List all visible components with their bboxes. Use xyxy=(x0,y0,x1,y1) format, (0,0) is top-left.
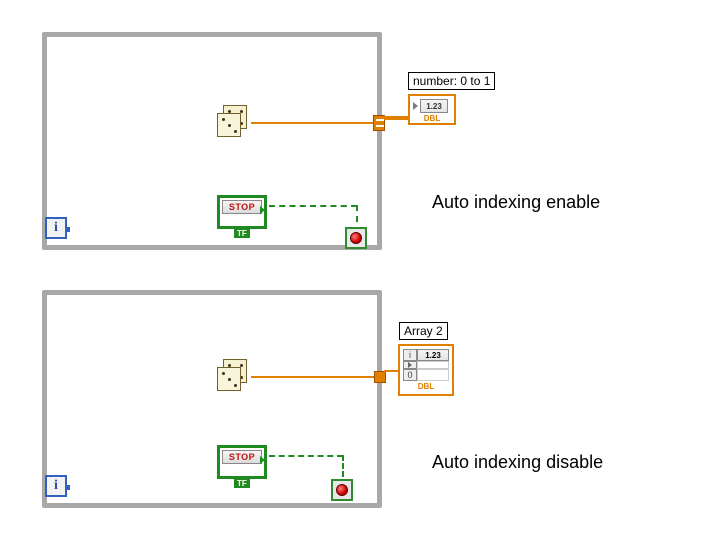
while-loop-bottom: STOP TF i xyxy=(42,290,382,508)
stop-tf-badge: TF xyxy=(234,229,250,238)
indicator-arrow-icon xyxy=(413,102,418,110)
while-loop-top: STOP TF i xyxy=(42,32,382,250)
indicator-value-top: 1.23 xyxy=(420,99,448,113)
numeric-indicator-top: 1.23 DBL xyxy=(408,94,456,125)
loop-condition-terminal xyxy=(345,227,367,249)
iteration-label-2: i xyxy=(54,478,58,494)
stop-circle-icon xyxy=(350,232,362,244)
iteration-terminal-2: i xyxy=(45,475,67,497)
autoindex-tunnel-disabled xyxy=(374,371,386,383)
wire-stop-to-cond-h-2 xyxy=(269,455,343,457)
wire-tunnel-to-indicator-top xyxy=(384,116,408,120)
wire-random-to-tunnel-2 xyxy=(251,376,379,378)
loop-condition-terminal-2 xyxy=(331,479,353,501)
stop-button-label-2: STOP xyxy=(222,450,262,464)
stop-button-node: STOP TF xyxy=(217,195,267,229)
indicator-label-top: number: 0 to 1 xyxy=(408,72,495,90)
diagram-canvas: STOP TF i number: 0 to 1 1.23 DBL Auto i… xyxy=(0,0,720,540)
array-value: 1.23 xyxy=(417,349,449,361)
array-index-1: 0 xyxy=(403,369,417,381)
iteration-terminal: i xyxy=(45,217,67,239)
stop-circle-icon-2 xyxy=(336,484,348,496)
stop-button-node-2: STOP TF xyxy=(217,445,267,479)
indicator-type-top: DBL xyxy=(410,114,454,123)
random-number-node xyxy=(217,105,251,139)
array-indicator-bottom: i 1.23 0 DBL xyxy=(398,344,454,396)
stop-tf-badge-2: TF xyxy=(234,479,250,488)
array-index-arrow xyxy=(403,361,417,369)
random-number-node-2 xyxy=(217,359,251,393)
caption-top: Auto indexing enable xyxy=(432,192,600,213)
array-index-0: i xyxy=(403,349,417,361)
caption-bottom: Auto indexing disable xyxy=(432,452,603,473)
iteration-label: i xyxy=(54,220,58,236)
wire-tunnel-to-indicator-bottom xyxy=(384,370,398,372)
stop-button-label: STOP xyxy=(222,200,262,214)
indicator-label-bottom: Array 2 xyxy=(399,322,448,340)
indicator-type-bottom: DBL xyxy=(403,382,449,391)
wire-stop-to-cond-h xyxy=(269,205,357,207)
wire-random-to-tunnel xyxy=(251,122,379,124)
